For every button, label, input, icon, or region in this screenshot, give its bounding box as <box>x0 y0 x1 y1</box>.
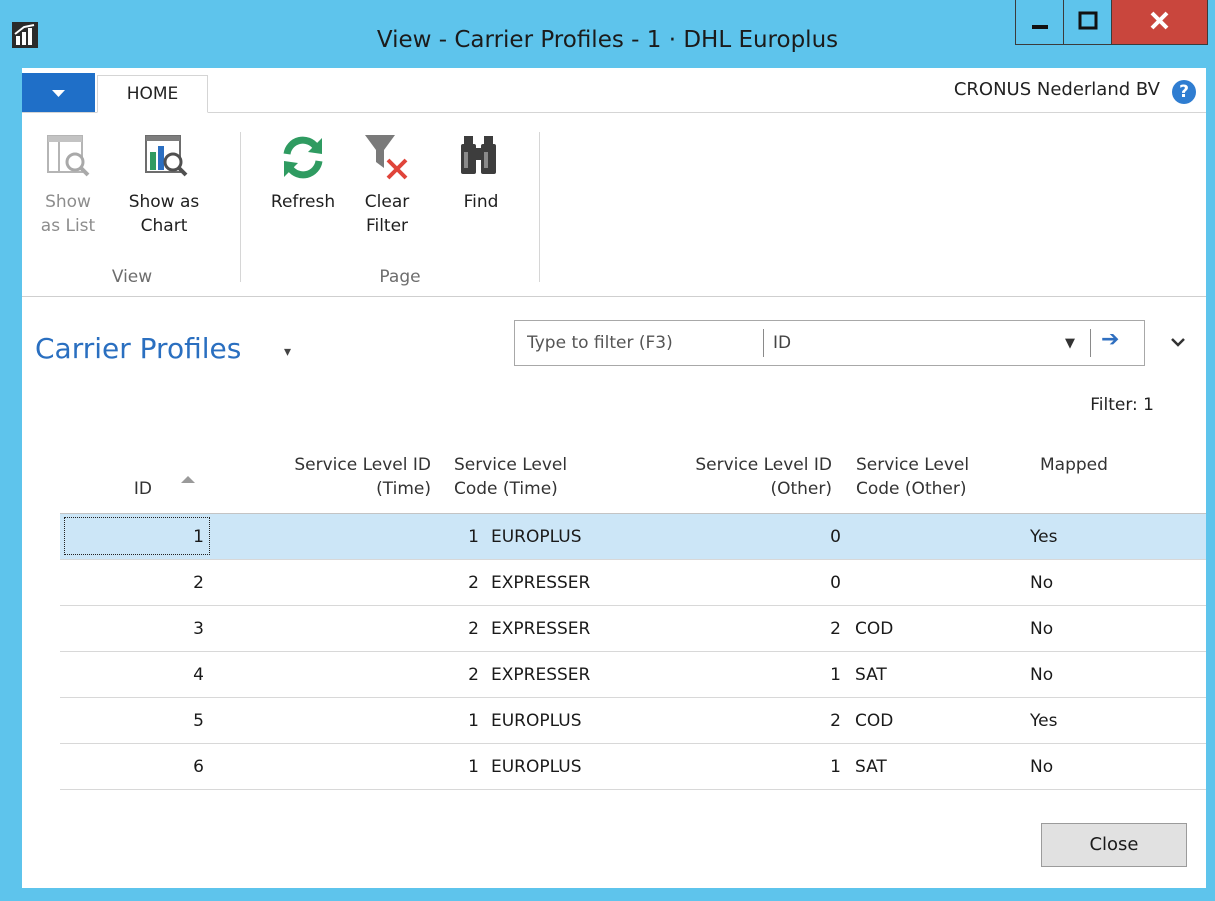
cell-sl-id-time[interactable]: 2 <box>250 606 479 652</box>
column-header-id-label: ID <box>133 479 152 499</box>
maximize-button[interactable] <box>1063 0 1113 45</box>
show-as-chart-label: Show as Chart <box>128 192 200 236</box>
show-as-list-icon <box>47 135 90 177</box>
show-as-chart-button[interactable]: Show as Chart <box>122 132 206 238</box>
cell-sl-id-other[interactable]: 1 <box>660 744 841 790</box>
refresh-button[interactable]: Refresh <box>262 132 344 214</box>
cell-sl-code-other[interactable]: COD <box>855 698 1005 744</box>
page-title-dropdown-icon[interactable]: ▾ <box>284 344 291 360</box>
column-header-sl-code-other[interactable]: Service Level Code (Other) <box>856 453 1016 501</box>
minimize-button[interactable] <box>1015 0 1065 45</box>
column-header-sl-code-time[interactable]: Service Level Code (Time) <box>454 453 634 501</box>
dropdown-icon[interactable]: ▼ <box>1065 336 1075 351</box>
table-row[interactable]: 3 2 EXPRESSER 2 COD No <box>60 606 1206 652</box>
dropdown-icon <box>52 90 65 97</box>
cell-sl-id-other[interactable]: 2 <box>660 606 841 652</box>
page-title[interactable]: Carrier Profiles <box>35 332 241 365</box>
find-button[interactable]: Find <box>452 132 510 214</box>
filter-count: Filter: 1 <box>1090 395 1154 415</box>
minimize-icon <box>1032 25 1048 29</box>
clear-filter-label: Clear Filter <box>364 192 410 236</box>
close-window-button[interactable] <box>1111 0 1208 45</box>
find-icon <box>461 136 496 174</box>
filter-input[interactable] <box>515 321 761 365</box>
group-label-page: Page <box>379 267 421 287</box>
ribbon: Show as List Show as Chart View Refresh … <box>22 112 1206 297</box>
cell-id[interactable]: 4 <box>60 652 204 698</box>
filter-divider <box>1090 329 1091 357</box>
cell-id[interactable]: 1 <box>60 514 204 560</box>
column-header-sl-id-other[interactable]: Service Level ID (Other) <box>642 453 832 501</box>
chevron-down-icon[interactable] <box>1170 332 1186 353</box>
close-button[interactable]: Close <box>1041 823 1187 867</box>
application-menu-button[interactable] <box>22 73 95 112</box>
title-bar: View - Carrier Profiles - 1 · DHL Europl… <box>0 0 1215 68</box>
filter-box: ID ▼ ➔ <box>514 320 1145 366</box>
refresh-icon <box>283 136 323 179</box>
column-header-id[interactable]: ID <box>60 453 152 501</box>
cell-mapped[interactable]: Yes <box>1030 514 1180 560</box>
cell-sl-id-time[interactable]: 1 <box>250 698 479 744</box>
clear-filter-icon <box>365 135 408 180</box>
arrow-right-icon[interactable]: ➔ <box>1101 327 1119 352</box>
cell-mapped[interactable]: No <box>1030 560 1180 606</box>
cell-mapped[interactable]: Yes <box>1030 698 1180 744</box>
tab-home[interactable]: HOME <box>97 75 208 113</box>
cell-mapped[interactable]: No <box>1030 652 1180 698</box>
cell-id[interactable]: 6 <box>60 744 204 790</box>
table-row[interactable]: 4 2 EXPRESSER 1 SAT No <box>60 652 1206 698</box>
cell-sl-id-other[interactable]: 0 <box>660 514 841 560</box>
table-row[interactable]: 2 2 EXPRESSER 0 No <box>60 560 1206 606</box>
cell-mapped[interactable]: No <box>1030 744 1180 790</box>
table-row[interactable]: 6 1 EUROPLUS 1 SAT No <box>60 744 1206 790</box>
company-name: CRONUS Nederland BV <box>953 79 1160 100</box>
cell-id[interactable]: 2 <box>60 560 204 606</box>
ribbon-tabstrip: HOME CRONUS Nederland BV ? <box>22 68 1206 113</box>
show-as-list-label: Show as List <box>40 192 96 236</box>
cell-mapped[interactable]: No <box>1030 606 1180 652</box>
show-as-chart-icon <box>145 135 188 177</box>
show-as-list-button[interactable]: Show as List <box>40 132 96 238</box>
help-icon[interactable]: ? <box>1172 80 1196 104</box>
table-row[interactable]: 5 1 EUROPLUS 2 COD Yes <box>60 698 1206 744</box>
column-header-sl-id-time[interactable]: Service Level ID (Time) <box>237 453 431 501</box>
group-label-view: View <box>111 267 153 287</box>
clear-filter-button[interactable]: Clear Filter <box>358 132 416 238</box>
cell-sl-code-other[interactable]: SAT <box>855 652 1005 698</box>
cell-sl-id-time[interactable]: 1 <box>250 744 479 790</box>
cell-sl-id-other[interactable]: 1 <box>660 652 841 698</box>
column-header-mapped[interactable]: Mapped <box>1040 453 1160 477</box>
window-body: HOME CRONUS Nederland BV ? Show as List <box>22 68 1206 888</box>
cell-sl-id-time[interactable]: 2 <box>250 560 479 606</box>
refresh-label: Refresh <box>270 192 336 212</box>
cell-id[interactable]: 5 <box>60 698 204 744</box>
maximize-icon <box>1078 11 1098 30</box>
group-separator <box>539 132 540 282</box>
close-icon <box>1150 11 1169 30</box>
cell-sl-id-other[interactable]: 2 <box>660 698 841 744</box>
cell-sl-id-time[interactable]: 1 <box>250 514 479 560</box>
group-separator <box>240 132 241 282</box>
sort-ascending-icon <box>181 476 195 483</box>
cell-sl-code-other[interactable]: SAT <box>855 744 1005 790</box>
filter-field-select[interactable]: ID <box>773 333 791 353</box>
cell-sl-code-other[interactable]: COD <box>855 606 1005 652</box>
cell-id[interactable]: 3 <box>60 606 204 652</box>
cell-sl-id-other[interactable]: 0 <box>660 560 841 606</box>
table-row[interactable]: 1 1 EUROPLUS 0 Yes <box>60 514 1206 560</box>
find-label: Find <box>463 192 499 212</box>
cell-sl-id-time[interactable]: 2 <box>250 652 479 698</box>
filter-divider <box>763 329 764 357</box>
